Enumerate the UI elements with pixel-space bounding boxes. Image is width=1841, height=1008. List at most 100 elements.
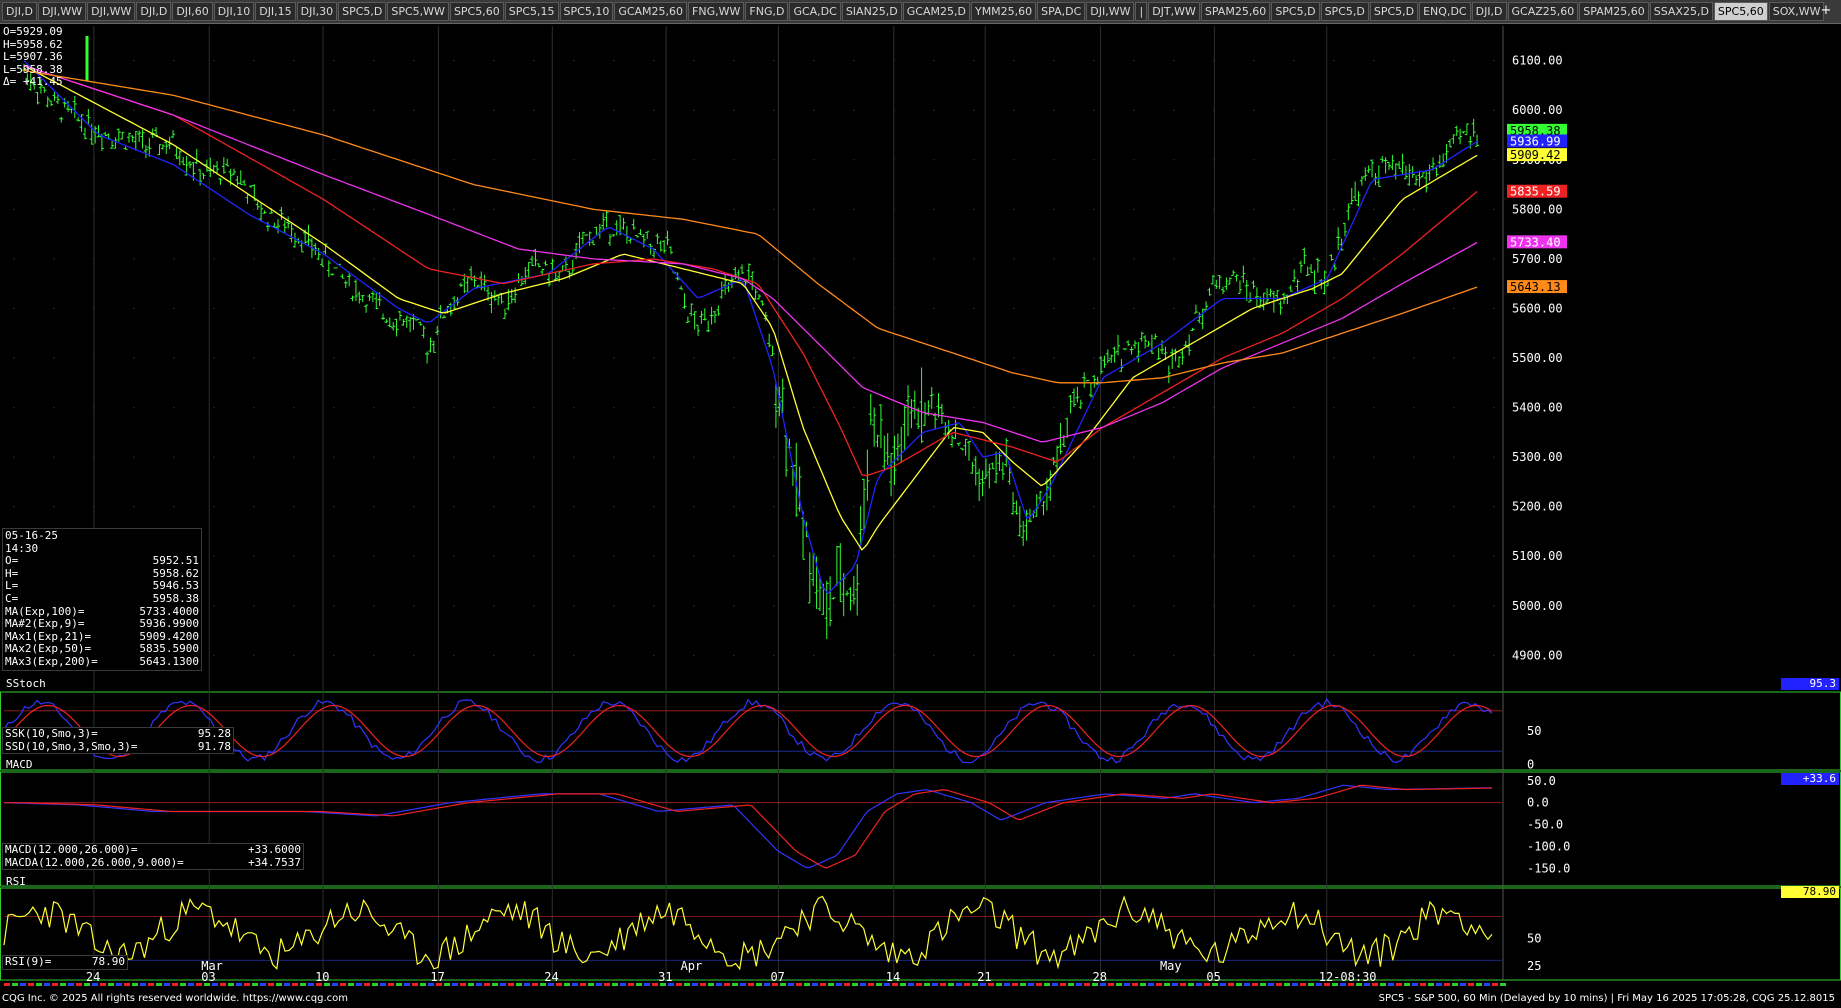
grid-dot	[1213, 258, 1215, 260]
tab-dji-10[interactable]: DJI,10	[213, 2, 255, 21]
grid-dot	[13, 456, 15, 458]
grid-dot	[1093, 109, 1095, 111]
tab-enq-dc[interactable]: ENQ,DC	[1419, 2, 1471, 21]
tab-gcam25-d[interactable]: GCAM25,D	[902, 2, 970, 21]
add-tab-button[interactable]: +	[1817, 2, 1835, 19]
session-strip	[876, 983, 882, 986]
grid-dot	[213, 605, 215, 607]
grid-dot	[933, 159, 935, 161]
tab-djt-ww[interactable]: DJT,WW	[1148, 2, 1200, 21]
grid-dot	[733, 654, 735, 656]
session-strip	[292, 983, 298, 986]
tab-fng-d[interactable]: FNG,D	[745, 2, 789, 21]
grid-dot	[693, 208, 695, 210]
grid-dot	[613, 60, 615, 62]
grid-dot	[1373, 654, 1375, 656]
session-strip	[716, 983, 722, 986]
tab-ssax25-d[interactable]: SSAX25,D	[1649, 2, 1713, 21]
grid-dot	[1013, 258, 1015, 260]
grid-dot	[893, 208, 895, 210]
tab--[interactable]: |	[1135, 2, 1148, 21]
session-strip	[1340, 983, 1346, 986]
price-tick-label: 5600.00	[1512, 301, 1563, 315]
grid-dot	[1133, 456, 1135, 458]
tab-spam25-60[interactable]: SPAM25,60	[1579, 2, 1649, 21]
session-strip	[596, 983, 602, 986]
macd-value: +34.7537	[248, 855, 301, 869]
grid-dot	[653, 159, 655, 161]
session-strip	[108, 983, 114, 986]
tab-dji-30[interactable]: DJI,30	[296, 2, 338, 21]
grid-dot	[1173, 60, 1175, 62]
grid-dot	[653, 605, 655, 607]
grid-dot	[1493, 654, 1495, 656]
tab-spa-dc[interactable]: SPA,DC	[1037, 2, 1086, 21]
grid-dot	[573, 159, 575, 161]
tab-dji-ww[interactable]: DJI,WW	[37, 2, 87, 21]
tab-gcam25-60[interactable]: GCAM25,60	[614, 2, 688, 21]
grid-dot	[973, 456, 975, 458]
grid-dot	[1493, 555, 1495, 557]
grid-dot	[1053, 159, 1055, 161]
tab-spc5-60[interactable]: SPC5,60	[1713, 2, 1768, 21]
tab-spc5-ww[interactable]: SPC5,WW	[387, 2, 449, 21]
grid-dot	[1173, 109, 1175, 111]
tab-fng-ww[interactable]: FNG,WW	[688, 2, 745, 21]
session-strip	[844, 983, 850, 986]
tab-gca-dc[interactable]: GCA,DC	[789, 2, 841, 21]
grid-dot	[453, 208, 455, 210]
grid-dot	[93, 406, 95, 409]
session-strip	[60, 983, 66, 986]
grid-dot	[1253, 555, 1255, 557]
macd-row: MACDA(12.000,26.000,9.000)= +34.7537	[5, 855, 301, 870]
grid-dot	[1493, 357, 1495, 359]
session-strip	[1308, 983, 1314, 986]
grid-dot	[1093, 307, 1095, 310]
grid-dot	[893, 605, 895, 607]
grid-dot	[933, 506, 935, 508]
session-strip	[812, 983, 818, 986]
tab-dji-15[interactable]: DJI,15	[255, 2, 296, 21]
grid-dot	[213, 60, 215, 62]
grid-dot	[813, 506, 815, 508]
session-strip	[4, 983, 10, 986]
grid-dot	[213, 258, 215, 260]
tab-spc5-d[interactable]: SPC5,D	[1369, 2, 1419, 21]
tab-spc5-10[interactable]: SPC5,10	[559, 2, 614, 21]
tab-sian25-d[interactable]: SIAN25,D	[841, 2, 902, 21]
grid-dot	[773, 654, 775, 656]
grid-dot	[333, 555, 335, 557]
grid-dot	[1093, 605, 1095, 607]
grid-dot	[133, 159, 135, 161]
tab-dji-d[interactable]: DJI,D	[2, 2, 37, 21]
tab-spc5-15[interactable]: SPC5,15	[504, 2, 559, 21]
tab-spc5-d[interactable]: SPC5,D	[1271, 2, 1320, 21]
tab-dji-60[interactable]: DJI,60	[172, 2, 213, 21]
grid-dot	[1293, 208, 1295, 210]
grid-dot	[1093, 357, 1095, 359]
tab-ymm25-60[interactable]: YMM25,60	[970, 2, 1037, 21]
session-strip	[396, 983, 402, 986]
grid-dot	[1413, 258, 1415, 260]
cursor-value: 5643.1300	[139, 654, 199, 668]
session-strip	[1444, 983, 1450, 986]
grid-dot	[53, 406, 55, 409]
date-axis-label: 12-08:30	[1319, 970, 1377, 984]
tab-dji-ww[interactable]: DJI,WW	[1086, 2, 1135, 21]
tab-spc5-d[interactable]: SPC5,D	[1320, 2, 1369, 21]
session-strip	[68, 983, 74, 986]
grid-dot	[293, 555, 295, 557]
tab-dji-d[interactable]: DJI,D	[1471, 2, 1507, 21]
session-strip	[372, 983, 378, 986]
tab-gcaz25-60[interactable]: GCAZ25,60	[1507, 2, 1579, 21]
tab-spam25-60[interactable]: SPAM25,60	[1200, 2, 1271, 21]
grid-dot	[733, 307, 735, 310]
grid-dot	[813, 406, 815, 409]
grid-dot	[693, 555, 695, 557]
tab-dji-d[interactable]: DJI,D	[136, 2, 172, 21]
tab-spc5-60[interactable]: SPC5,60	[449, 2, 504, 21]
rsi-title: RSI	[6, 875, 26, 888]
tab-dji-ww[interactable]: DJI,WW	[87, 2, 136, 21]
grid-dot	[1133, 506, 1135, 508]
tab-spc5-d[interactable]: SPC5,D	[338, 2, 387, 21]
